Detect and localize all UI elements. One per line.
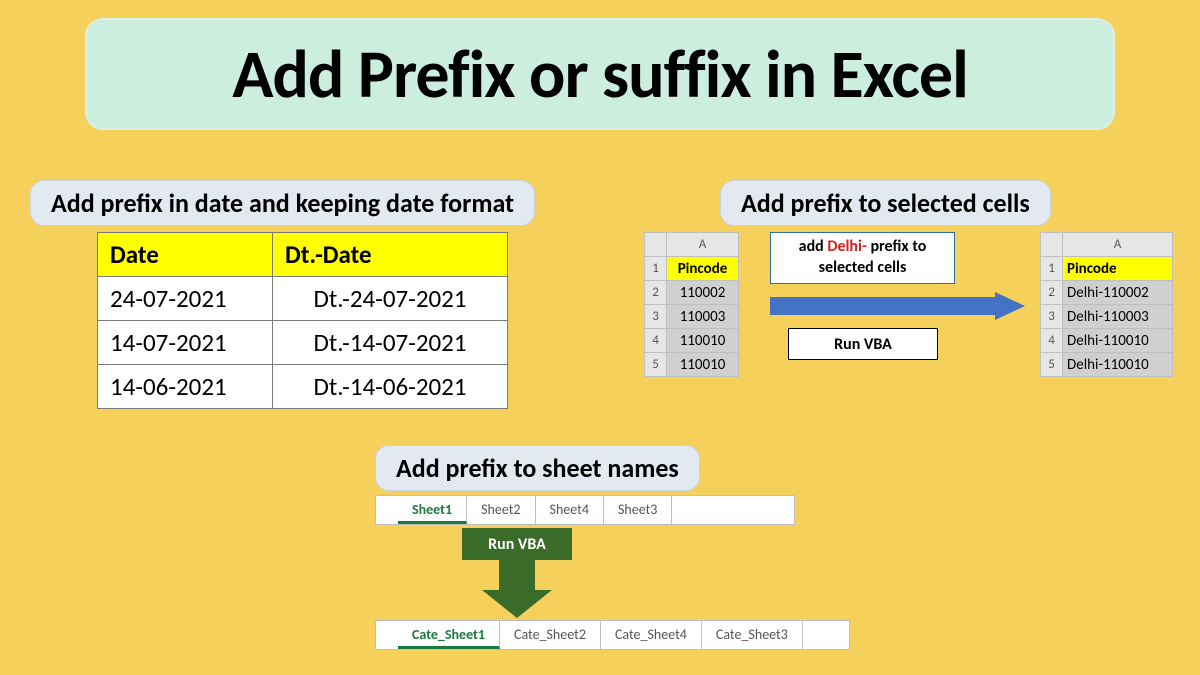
row-number: 1 xyxy=(1041,257,1063,281)
sheet-tab[interactable]: Sheet2 xyxy=(467,496,535,524)
tab-spacer xyxy=(376,621,398,649)
run-vba-label: Run VBA xyxy=(462,528,572,560)
cell: Delhi-110002 xyxy=(1063,281,1173,305)
row-number: 3 xyxy=(645,305,667,329)
arrow-right-icon xyxy=(770,292,1025,320)
cell: Delhi-110010 xyxy=(1063,353,1173,377)
row-number: 2 xyxy=(1041,281,1063,305)
section3-label: Add prefix to sheet names xyxy=(375,445,700,491)
cell: 110010 xyxy=(667,353,739,377)
cell: 110003 xyxy=(667,305,739,329)
pincode-before-grid: A 1Pincode 2110002 3110003 4110010 51100… xyxy=(644,232,739,377)
callout-box: add Delhi- prefix to selected cells xyxy=(770,232,955,284)
sheet-tab[interactable]: Sheet3 xyxy=(604,496,672,524)
row-number: 4 xyxy=(1041,329,1063,353)
sheet-tab[interactable]: Sheet1 xyxy=(398,496,467,524)
section2-label: Add prefix to selected cells xyxy=(720,180,1051,226)
run-vba-label: Run VBA xyxy=(788,328,938,360)
sheet-tab[interactable]: Cate_Sheet1 xyxy=(398,621,500,649)
cell: Dt.-24-07-2021 xyxy=(273,277,508,321)
row-number: 2 xyxy=(645,281,667,305)
table-row: 14-06-2021 Dt.-14-06-2021 xyxy=(98,365,508,409)
cell: 24-07-2021 xyxy=(98,277,273,321)
row-number: 5 xyxy=(1041,353,1063,377)
cell: Dt.-14-06-2021 xyxy=(273,365,508,409)
sheet-tab[interactable]: Sheet4 xyxy=(536,496,604,524)
row-number: 4 xyxy=(645,329,667,353)
date-table-header-a: Date xyxy=(98,233,273,277)
corner-cell xyxy=(645,233,667,257)
corner-cell xyxy=(1041,233,1063,257)
cell: 14-06-2021 xyxy=(98,365,273,409)
sheet-tabs-after: Cate_Sheet1Cate_Sheet2Cate_Sheet4Cate_Sh… xyxy=(375,620,850,650)
date-table: Date Dt.-Date 24-07-2021 Dt.-24-07-2021 … xyxy=(97,232,508,409)
sheet-tab[interactable]: Cate_Sheet4 xyxy=(601,621,702,649)
arrow-down-icon: Run VBA xyxy=(462,528,572,618)
pincode-after-grid: A 1Pincode 2Delhi-110002 3Delhi-110003 4… xyxy=(1040,232,1173,377)
cell: 110002 xyxy=(667,281,739,305)
row-number: 3 xyxy=(1041,305,1063,329)
cell: Dt.-14-07-2021 xyxy=(273,321,508,365)
title-banner: Add Prefix or suffix in Excel xyxy=(85,18,1115,130)
table-row: 14-07-2021 Dt.-14-07-2021 xyxy=(98,321,508,365)
date-table-header-b: Dt.-Date xyxy=(273,233,508,277)
row-number: 5 xyxy=(645,353,667,377)
sheet-tab[interactable]: Cate_Sheet3 xyxy=(702,621,803,649)
section1-label: Add prefix in date and keeping date form… xyxy=(30,180,535,226)
sheet-tab[interactable]: Cate_Sheet2 xyxy=(500,621,601,649)
cell: 14-07-2021 xyxy=(98,321,273,365)
table-row: 24-07-2021 Dt.-24-07-2021 xyxy=(98,277,508,321)
callout-text: add xyxy=(799,237,828,256)
cell: Delhi-110003 xyxy=(1063,305,1173,329)
row-number: 1 xyxy=(645,257,667,281)
cell: Delhi-110010 xyxy=(1063,329,1173,353)
sheet-tabs-before: Sheet1Sheet2Sheet4Sheet3 xyxy=(375,495,795,525)
page-title: Add Prefix or suffix in Excel xyxy=(232,33,968,116)
cell: 110010 xyxy=(667,329,739,353)
callout-highlight: Delhi- xyxy=(827,237,866,256)
col-header: A xyxy=(667,233,739,257)
pincode-header: Pincode xyxy=(1063,257,1173,281)
tab-spacer xyxy=(376,496,398,524)
col-header: A xyxy=(1063,233,1173,257)
pincode-header: Pincode xyxy=(667,257,739,281)
